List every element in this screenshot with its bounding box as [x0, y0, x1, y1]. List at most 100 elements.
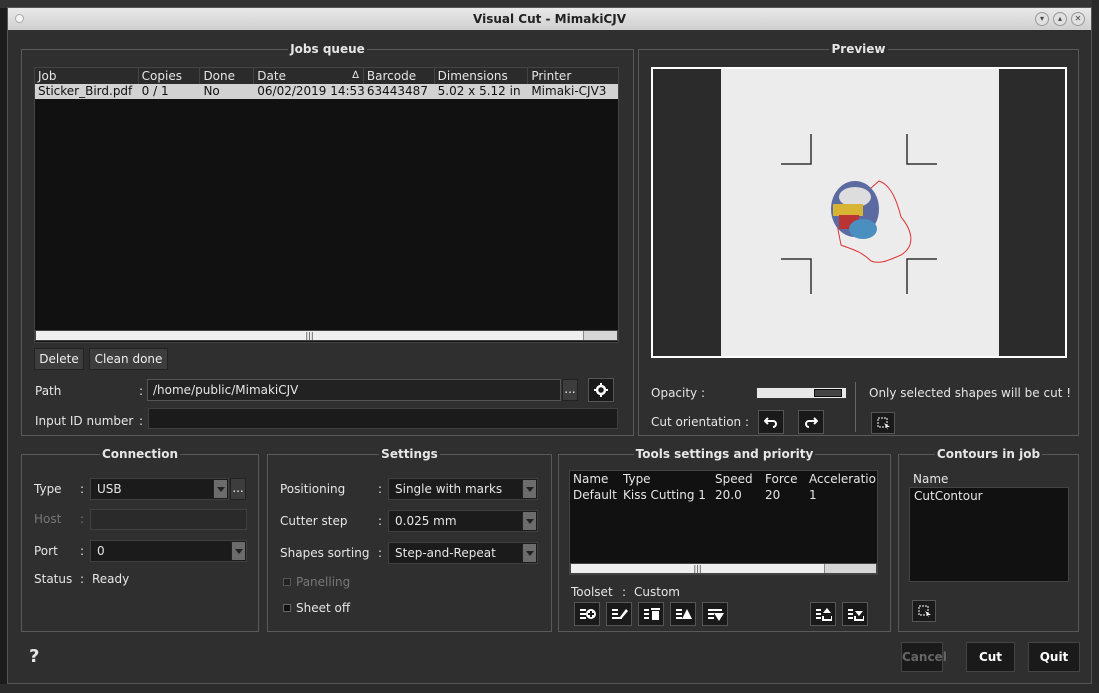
path-field[interactable]: /home/public/MimakiCJV [147, 379, 561, 401]
list-item[interactable]: CutContour [910, 488, 1068, 504]
help-icon[interactable]: ? [29, 646, 39, 667]
port-select[interactable]: 0 [90, 540, 247, 562]
rotate-right-button[interactable] [798, 410, 824, 434]
contours-column-name: Name [913, 472, 949, 486]
panelling-checkbox[interactable] [283, 578, 291, 586]
port-colon: : [80, 544, 85, 558]
shapes-sorting-select[interactable]: Step-and-Repeat [388, 542, 538, 564]
window-menu-icon[interactable] [15, 14, 24, 23]
cutter-step-label: Cutter step [280, 514, 348, 528]
clean-done-button[interactable]: Clean done [89, 348, 168, 370]
input-id-colon: : [139, 414, 144, 428]
connection-browse-button[interactable]: ... [230, 478, 246, 500]
settings-group: Settings Positioning : Single with marks… [267, 447, 552, 632]
add-tool-button[interactable] [574, 602, 600, 626]
job-cell: Sticker_Bird.pdf [38, 84, 133, 98]
column-name[interactable]: Name [570, 471, 620, 487]
column-date-label: Date [257, 69, 286, 83]
background-bottom-strip [0, 684, 1099, 693]
table-row[interactable]: Sticker_Bird.pdf 0 / 1 No 06/02/2019 14:… [35, 84, 618, 99]
close-icon[interactable]: ✕ [1071, 12, 1085, 26]
positioning-select[interactable]: Single with marks [388, 478, 538, 500]
barcode-cell: 63443487 [366, 84, 428, 98]
move-tool-up-button[interactable] [670, 602, 696, 626]
connection-group: Connection Type : USB ... Host : Port : … [21, 447, 259, 632]
scrollbar-thumb[interactable]: ||| [36, 331, 584, 340]
add-tool-icon [580, 609, 596, 619]
opacity-slider[interactable] [756, 387, 847, 399]
maximize-icon[interactable]: ▴ [1053, 12, 1067, 26]
port-value: 0 [97, 544, 105, 558]
column-printer[interactable]: Printer [528, 68, 618, 84]
cut-button[interactable]: Cut [966, 642, 1015, 672]
contours-list[interactable]: CutContour [909, 487, 1069, 582]
panelling-label: Panelling [296, 575, 351, 589]
trash-icon [644, 608, 660, 620]
column-date[interactable]: Date ∆ [254, 68, 364, 84]
minimize-icon[interactable]: ▾ [1035, 12, 1049, 26]
input-id-field[interactable] [148, 408, 618, 429]
title-bar[interactable]: Visual Cut - MimakiCJV ▾ ▴ ✕ [8, 8, 1091, 30]
move-up-icon [676, 609, 692, 619]
settings-gear-button[interactable] [588, 378, 614, 402]
export-toolset-button[interactable] [810, 602, 836, 626]
tools-table-header: Name Type Speed Force Acceleratio [570, 471, 877, 487]
shapes-sorting-label: Shapes sorting [280, 546, 370, 560]
contour-select-button[interactable] [912, 600, 936, 622]
move-tool-down-button[interactable] [702, 602, 728, 626]
jobs-queue-title: Jobs queue [288, 42, 367, 56]
preview-group: Preview Opacity: Cut orientation: Only… [638, 42, 1079, 436]
copies-cell: 0 / 1 [141, 84, 169, 98]
connection-type-select[interactable]: USB [90, 478, 229, 500]
column-done[interactable]: Done [200, 68, 255, 84]
rotate-left-button[interactable] [758, 410, 784, 434]
preview-canvas[interactable] [651, 67, 1067, 358]
delete-tool-button[interactable] [638, 602, 664, 626]
jobs-queue-group: Jobs queue Job Copies Done Date ∆ Barcod… [21, 42, 634, 436]
column-copies[interactable]: Copies [139, 68, 201, 84]
printer-cell: Mimaki-CJV3 [531, 84, 607, 98]
sheet-off-checkbox[interactable] [283, 604, 291, 612]
column-dimensions[interactable]: Dimensions [435, 68, 529, 84]
cut-orientation-label: Cut orientation : [651, 415, 750, 429]
opacity-slider-handle[interactable] [814, 389, 842, 397]
tools-horizontal-scrollbar[interactable]: ||| [570, 563, 877, 574]
import-icon [848, 609, 864, 621]
tools-table[interactable]: Name Type Speed Force Acceleratio Defaul… [569, 470, 878, 575]
column-job[interactable]: Job [35, 68, 139, 84]
cutter-step-select[interactable]: 0.025 mm [388, 510, 538, 532]
column-speed[interactable]: Speed [712, 471, 762, 487]
registration-marks-graphic [781, 134, 937, 294]
quit-button[interactable]: Quit [1028, 642, 1080, 672]
positioning-label: Positioning [280, 482, 346, 496]
column-barcode[interactable]: Barcode [364, 68, 435, 84]
dimensions-cell: 5.02 x 5.12 in [437, 84, 521, 98]
contours-title: Contours in job [934, 447, 1043, 461]
column-acceleration[interactable]: Acceleratio [806, 471, 876, 487]
positioning-colon: : [378, 482, 383, 496]
jobs-horizontal-scrollbar[interactable]: ||| [35, 330, 618, 341]
chevron-down-icon [231, 542, 245, 560]
column-type[interactable]: Type [620, 471, 712, 487]
visual-cut-window: Visual Cut - MimakiCJV ▾ ▴ ✕ Jobs queue … [7, 7, 1092, 684]
type-label: Type [34, 482, 62, 496]
select-shapes-button[interactable] [871, 412, 895, 434]
jobs-table[interactable]: Job Copies Done Date ∆ Barcode Dimension… [34, 67, 619, 343]
settings-title: Settings [379, 447, 440, 461]
tool-name-cell: Default [573, 488, 617, 502]
import-toolset-button[interactable] [842, 602, 868, 626]
rotate-right-icon [805, 417, 818, 428]
edit-tool-button[interactable] [606, 602, 632, 626]
preview-title: Preview [829, 42, 888, 56]
table-row[interactable]: Default Kiss Cutting 1 20.0 20 1 [570, 487, 877, 503]
path-colon: : [139, 384, 144, 398]
cutter-step-colon: : [378, 514, 383, 528]
input-id-label: Input ID number [35, 414, 134, 428]
column-force[interactable]: Force [762, 471, 806, 487]
sheet-off-label: Sheet off [296, 601, 351, 615]
path-browse-button[interactable]: ... [562, 379, 578, 401]
scrollbar-thumb[interactable]: ||| [571, 564, 825, 573]
host-label: Host [34, 512, 62, 526]
delete-button[interactable]: Delete [34, 348, 84, 370]
move-down-icon [708, 609, 724, 621]
